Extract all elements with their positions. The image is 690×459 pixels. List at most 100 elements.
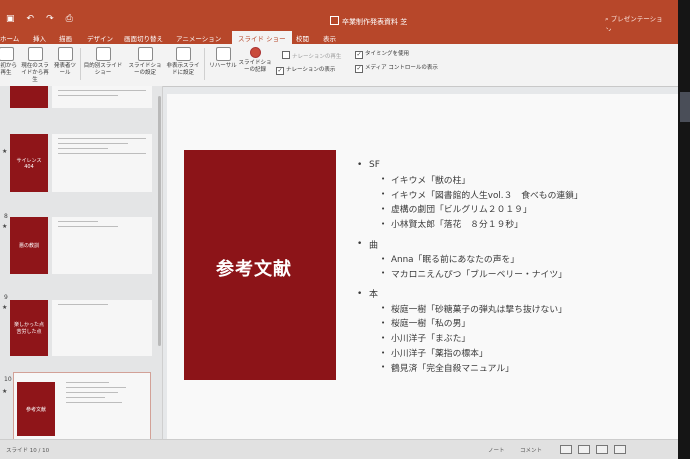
bullet-item-text: 小川洋子「薬指の標本」: [391, 349, 488, 360]
bullet-icon: •: [381, 269, 386, 278]
setup-slideshow-button[interactable]: スライドショーの設定: [128, 47, 162, 77]
bullet-heading: • 本: [357, 287, 583, 301]
file-icon: [330, 16, 339, 25]
tab-draw[interactable]: 描画: [59, 33, 72, 43]
slide-thumbnail-current[interactable]: 参考文献: [17, 382, 55, 436]
slide-thumbnail-notes: [60, 378, 146, 440]
tab-animations[interactable]: アニメーション: [176, 33, 221, 43]
play-narrations-checkbox[interactable]: ナレーションの再生: [282, 51, 341, 60]
bullet-icon: •: [381, 363, 386, 372]
presenter-view-button[interactable]: 発表者ツール: [52, 47, 78, 77]
slide-thumbnail[interactable]: サイレンス 404: [10, 134, 48, 192]
bullet-item-text: Anna「眠る前にあなたの声を」: [391, 255, 520, 266]
bullet-item: • 桜庭一樹「私の男」: [357, 316, 583, 331]
slide-canvas[interactable]: 参考文献 • SF • イキウメ「獣の柱」 • イキウメ「図書館的人生vol.３ 食べもの…: [167, 94, 678, 439]
show-narration-checkbox[interactable]: ✓ ナレーションの表示: [276, 65, 335, 75]
status-bar: スライド 10 / 10 ノート コメント: [0, 439, 678, 459]
rehearse-timings-button[interactable]: リハーサル: [208, 47, 238, 70]
ribbon-slideshow: 最初から再生 現在のスライドから再生 発表者ツール 目的別スライドショー スライ…: [0, 44, 678, 87]
stopwatch-icon: [215, 47, 231, 61]
thumbnail-scrollbar[interactable]: [158, 96, 161, 346]
slide-thumbnail-notes: [52, 86, 152, 108]
bullet-heading-text: 本: [369, 290, 379, 301]
slide-thumbnail[interactable]: [10, 86, 48, 108]
bullet-icon: •: [381, 219, 386, 228]
bullet-icon: •: [357, 288, 363, 299]
play-from-current-button[interactable]: 現在のスライドから再生: [20, 47, 50, 84]
custom-show-icon: [95, 47, 111, 61]
hide-slide-button[interactable]: 非表示スライドに設定: [164, 47, 202, 77]
ribbon-separator: [204, 48, 205, 80]
undo-icon[interactable]: ↶: [27, 14, 35, 24]
background-object: [680, 92, 690, 122]
transition-star-icon: ★: [2, 388, 8, 395]
ribbon-tabs: ホーム 挿入 描画 デザイン 画面切り替え アニメーション スライド ショー 校…: [0, 31, 678, 44]
reading-view-icon[interactable]: [596, 445, 608, 454]
slide-counter: スライド 10 / 10: [6, 448, 50, 454]
play-icon: [0, 47, 14, 61]
normal-view-icon[interactable]: [560, 445, 572, 454]
checkmark-icon: ✓: [355, 65, 363, 73]
bullet-icon: •: [381, 204, 386, 213]
checkmark-icon: ✓: [355, 51, 363, 59]
tab-insert[interactable]: 挿入: [33, 33, 46, 43]
bullet-item: • マカロニえんぴつ「ブルーベリー・ナイツ」: [357, 266, 583, 281]
use-timings-checkbox[interactable]: ✓ タイミングを使用: [355, 49, 409, 59]
bullet-item-text: イキウメ「図書館的人生vol.３ 食べもの連鎖」: [391, 190, 583, 201]
bullet-item: • 小林賢太郎「落花 ８分１９秒」: [357, 216, 583, 231]
tab-view[interactable]: 表示: [323, 33, 336, 43]
bullet-item-text: マカロニえんぴつ「ブルーベリー・ナイツ」: [391, 269, 567, 280]
hide-slide-icon: [175, 47, 191, 61]
checkmark-icon: ✓: [276, 67, 284, 75]
record-slideshow-button[interactable]: スライドショーの記録: [238, 47, 272, 74]
bullet-item: • 虚構の劇団「ビルグリム２０１９」: [357, 202, 583, 217]
tab-design[interactable]: デザイン: [87, 33, 113, 43]
print-icon[interactable]: ⎙: [66, 14, 73, 24]
tab-transitions[interactable]: 画面切り替え: [124, 33, 163, 43]
bullet-item-text: 虚構の劇団「ビルグリム２０１９」: [391, 205, 532, 216]
transition-star-icon: ★: [2, 148, 8, 155]
tell-me-search[interactable]: ⌕ プレゼンテーション…: [605, 13, 675, 34]
save-icon[interactable]: ▣: [6, 14, 15, 24]
tab-review[interactable]: 校閲: [296, 33, 309, 43]
play-from-start-button[interactable]: 最初から再生: [0, 47, 18, 77]
checkbox-icon: [282, 51, 290, 59]
powerpoint-window: ▣ ↶ ↷ ⎙ 卒業制作発表資料 芝 ⌕ プレゼンテーション… ホーム 挿入 描…: [0, 0, 678, 459]
bullet-icon: •: [357, 160, 363, 170]
slide-number: 8: [4, 213, 8, 220]
slide-title[interactable]: 参考文献: [184, 255, 324, 281]
bullet-item: • 桜庭一樹「砂糖菓子の弾丸は撃ち抜けない」: [357, 301, 583, 316]
slideshow-view-icon[interactable]: [614, 445, 626, 454]
bullet-icon: •: [381, 254, 386, 263]
slide-number: 10: [4, 376, 12, 383]
slide-thumbnail-pane[interactable]: ★ サイレンス 404 8 ★ 悪の教訓 9 ★ 楽しかった点 苦労した点 10…: [0, 86, 163, 451]
play-current-icon: [27, 47, 43, 61]
presenter-icon: [57, 47, 73, 61]
bullet-icon: •: [381, 348, 386, 357]
bullet-item-text: 桜庭一樹「砂糖菓子の弾丸は撃ち抜けない」: [391, 304, 567, 315]
slide-content[interactable]: • SF • イキウメ「獣の柱」 • イキウメ「図書館的人生vol.３ 食べもの連鎖」 • 虚…: [357, 158, 583, 375]
show-media-controls-checkbox[interactable]: ✓ メディア コントロールの表示: [355, 63, 438, 73]
tab-home[interactable]: ホーム: [0, 33, 19, 43]
bullet-heading-text: 曲: [369, 240, 379, 251]
bullet-item: • 鶴見済「完全自殺マニュアル」: [357, 360, 583, 375]
comments-button[interactable]: コメント: [520, 446, 542, 454]
search-icon: ⌕: [605, 15, 609, 23]
custom-slideshow-button[interactable]: 目的別スライドショー: [83, 47, 123, 77]
quick-access-toolbar: ▣ ↶ ↷ ⎙: [6, 14, 73, 24]
slide-sorter-icon[interactable]: [578, 445, 590, 454]
bullet-item: • イキウメ「図書館的人生vol.３ 食べもの連鎖」: [357, 187, 583, 202]
redo-icon[interactable]: ↷: [46, 14, 54, 24]
title-block: 参考文献: [184, 150, 336, 380]
bullet-icon: •: [381, 318, 386, 327]
slide-thumbnail[interactable]: 悪の教訓: [10, 217, 48, 274]
bullet-item-text: 桜庭一樹「私の男」: [391, 319, 471, 330]
tab-slideshow[interactable]: スライド ショー: [232, 31, 292, 44]
bullet-heading-text: SF: [369, 160, 380, 170]
bullet-icon: •: [381, 190, 386, 199]
bullet-icon: •: [357, 239, 363, 250]
bullet-heading: • 曲: [357, 237, 583, 251]
notes-button[interactable]: ノート: [488, 446, 505, 454]
bullet-heading: • SF: [357, 158, 583, 172]
slide-thumbnail[interactable]: 楽しかった点 苦労した点: [10, 300, 48, 356]
